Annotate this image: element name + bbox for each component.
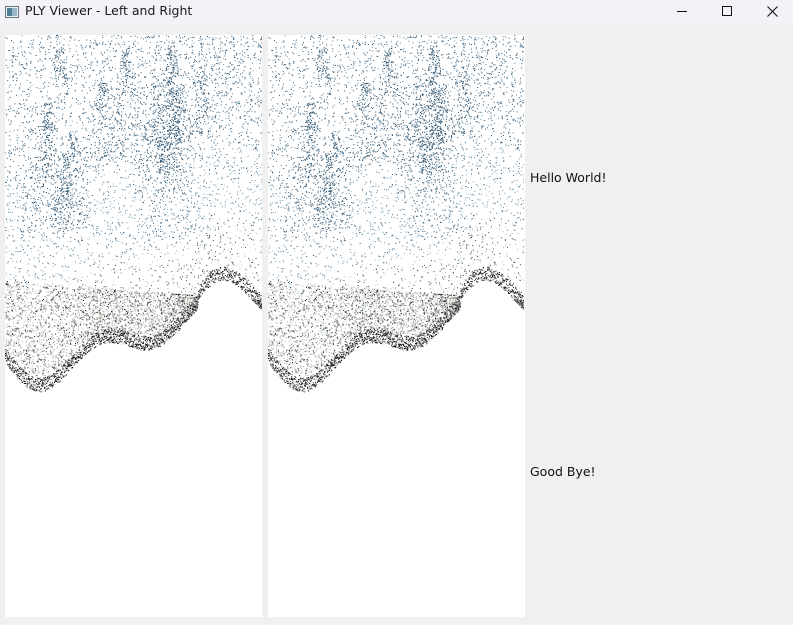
close-button[interactable] [749,0,793,22]
title-bar[interactable]: PLY Viewer - Left and Right [0,0,793,24]
point-cloud-render[interactable] [268,35,524,617]
minimize-icon [677,6,687,16]
left-point-cloud-view[interactable] [5,35,262,617]
close-icon [766,5,778,17]
goodbye-label: Good Bye! [530,465,596,479]
window-title: PLY Viewer - Left and Right [25,3,192,19]
point-cloud-render[interactable] [5,35,262,617]
app-icon [5,5,19,18]
hello-label: Hello World! [530,171,607,185]
minimize-button[interactable] [659,0,705,22]
maximize-icon [722,6,732,16]
right-point-cloud-view[interactable] [268,35,525,617]
maximize-button[interactable] [704,0,750,22]
app-window: PLY Viewer - Left and Right Hello World!… [0,0,793,625]
